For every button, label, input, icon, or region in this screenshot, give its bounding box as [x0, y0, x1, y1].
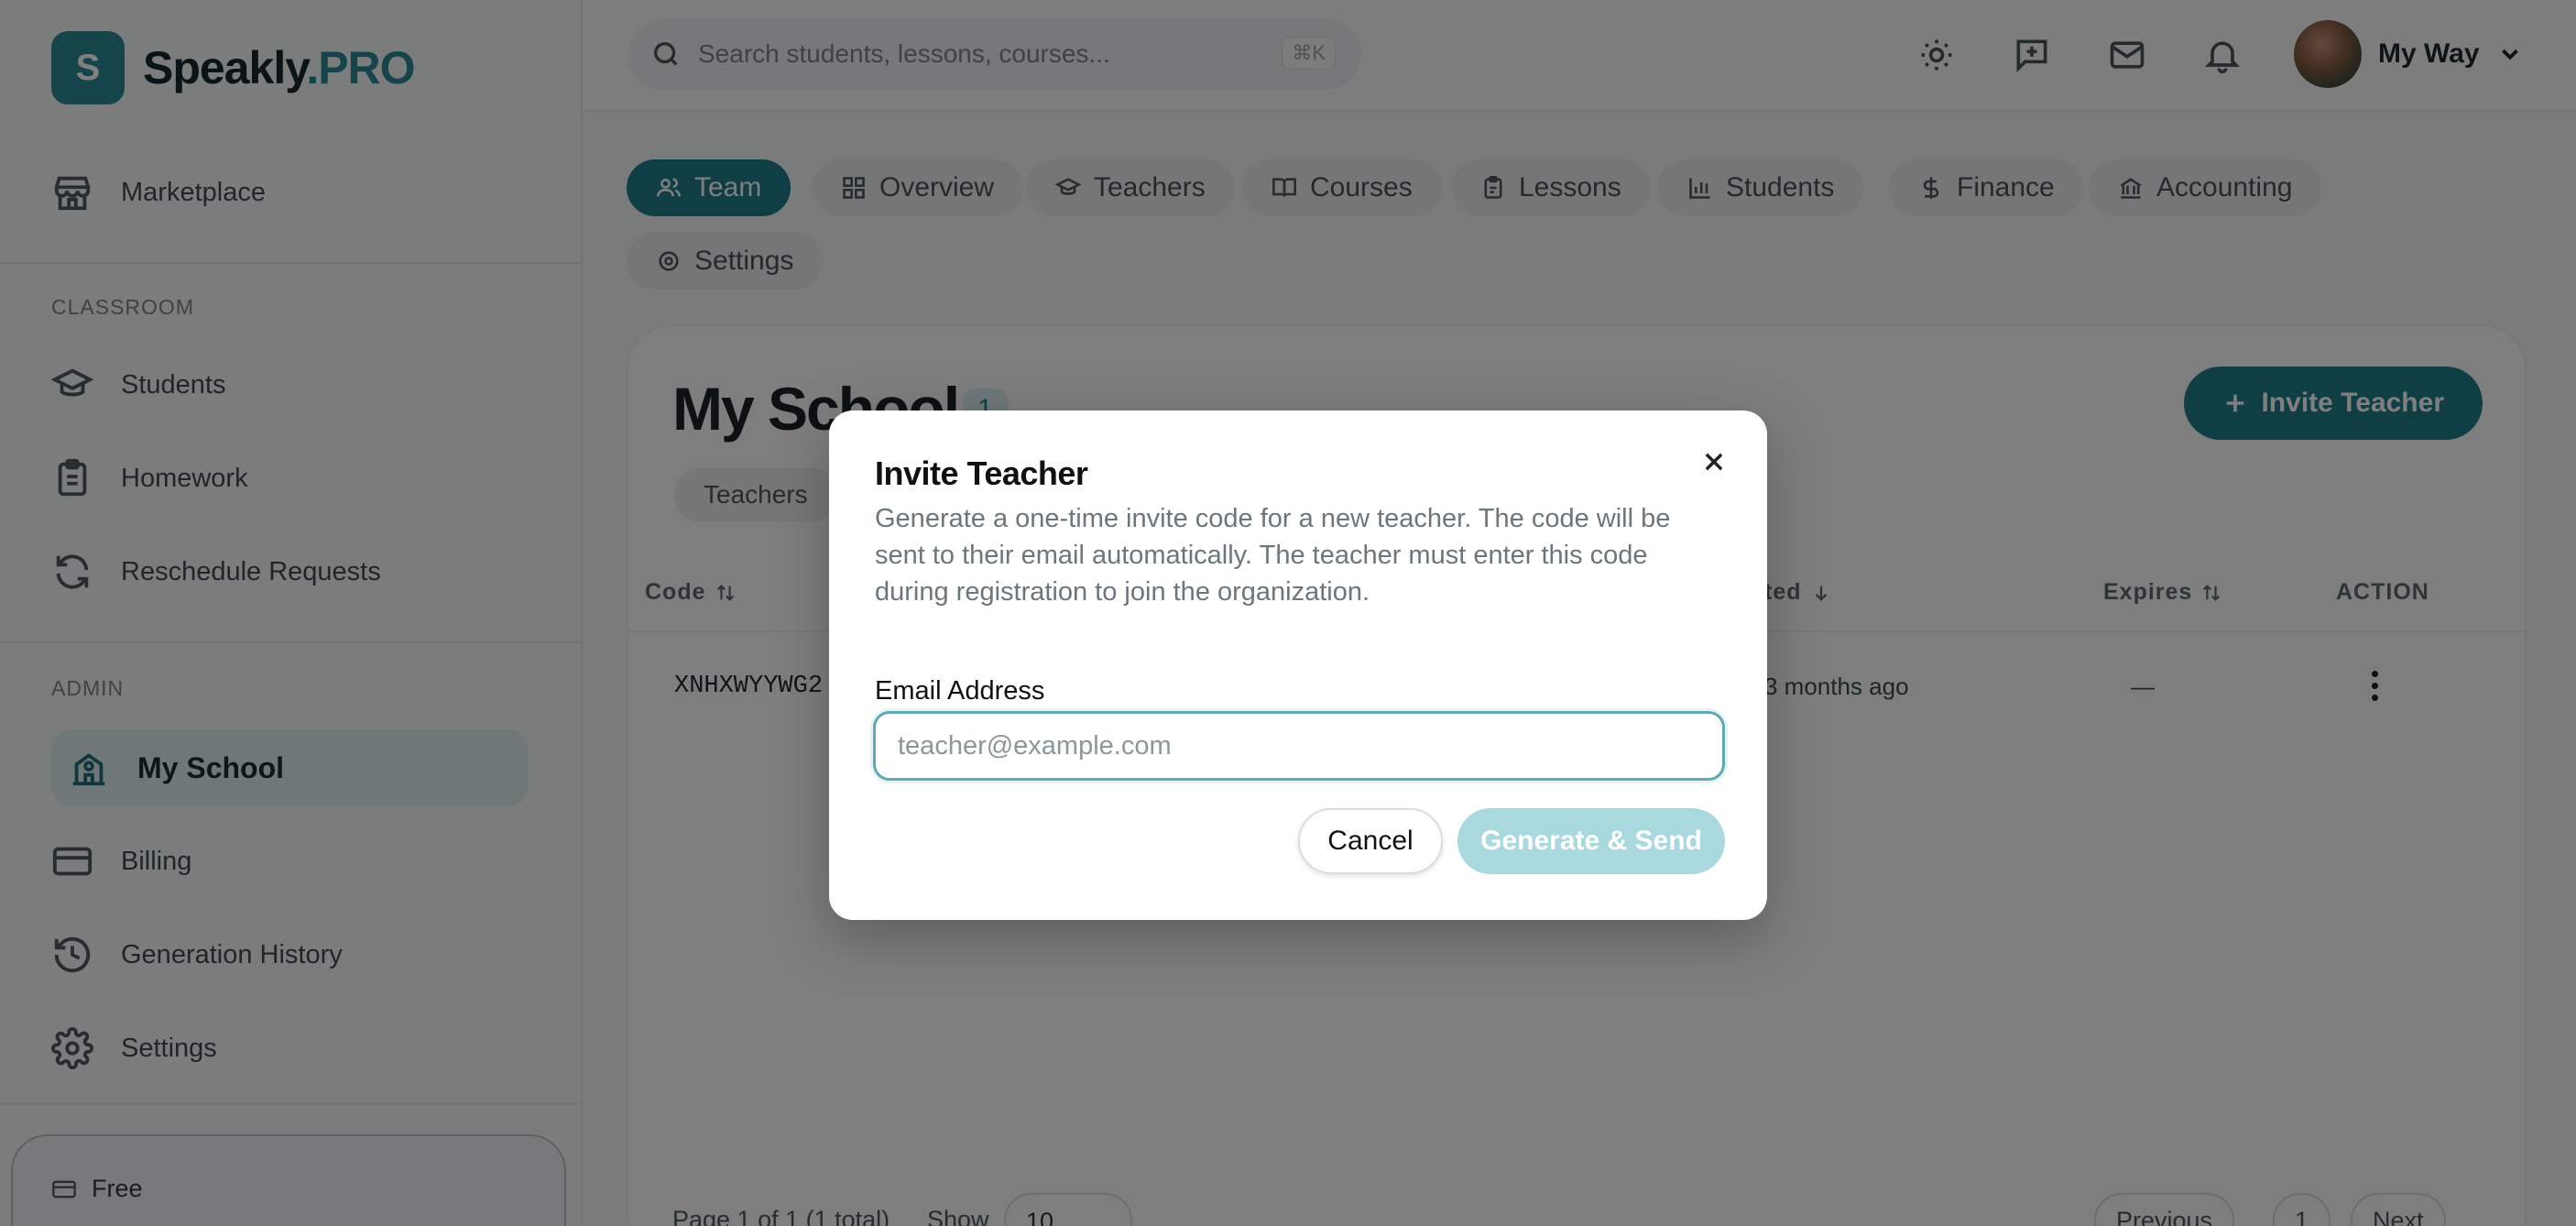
email-field[interactable]	[873, 711, 1725, 781]
email-label: Email Address	[875, 676, 1045, 706]
dialog-description: Generate a one-time invite code for a ne…	[875, 504, 1671, 607]
invite-teacher-dialog: Invite Teacher Generate a one-time invit…	[829, 410, 1767, 920]
dialog-title: Invite Teacher	[875, 454, 1088, 492]
close-button[interactable]	[1694, 442, 1734, 482]
generate-send-button[interactable]: Generate & Send	[1457, 808, 1725, 874]
close-icon	[1705, 453, 1723, 471]
cancel-button[interactable]: Cancel	[1298, 808, 1443, 874]
